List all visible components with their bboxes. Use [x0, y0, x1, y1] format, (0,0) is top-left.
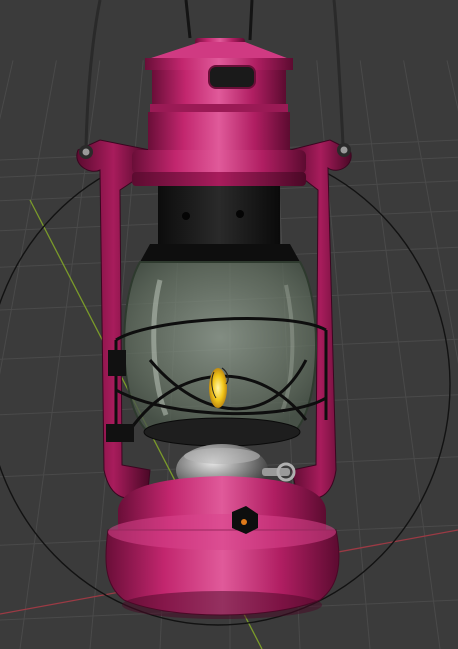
grid-line — [0, 60, 57, 376]
grid-line — [0, 60, 14, 121]
wire-clip-lower — [106, 424, 134, 442]
grid-line — [359, 60, 441, 649]
wire-clip-upper — [108, 350, 126, 376]
viewport-canvas — [0, 0, 458, 649]
burner-plate — [143, 417, 301, 447]
lantern-top-cap[interactable] — [132, 38, 306, 186]
top-wire-loop — [184, 0, 254, 41]
lantern-base[interactable] — [105, 476, 340, 619]
grid-line — [403, 60, 458, 365]
3d-viewport[interactable] — [0, 0, 458, 649]
lantern-chimney — [140, 186, 300, 262]
